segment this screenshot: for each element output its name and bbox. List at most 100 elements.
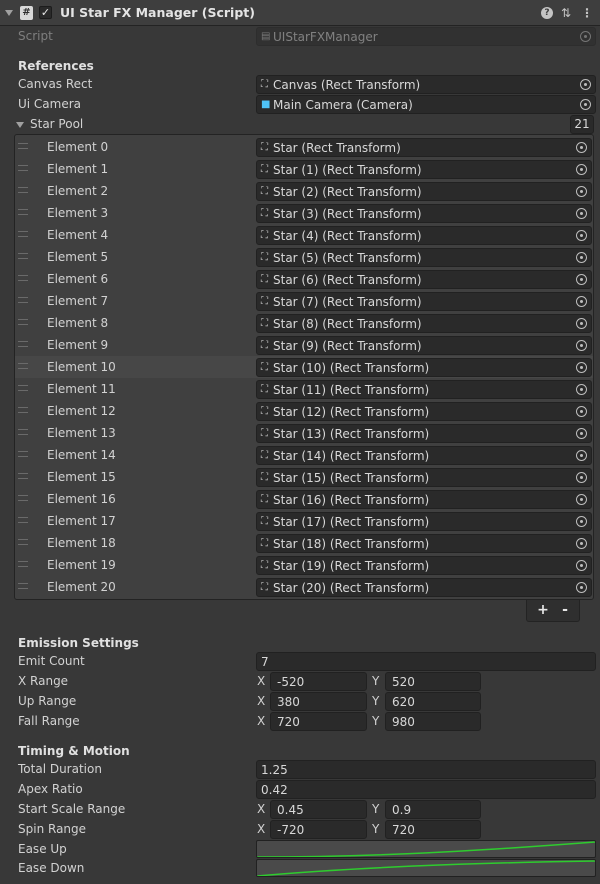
fall-range-x-value: 720 bbox=[277, 715, 300, 729]
up-range-y-field[interactable]: 620 bbox=[385, 692, 481, 711]
drag-handle-icon[interactable] bbox=[18, 363, 28, 369]
object-picker-icon[interactable] bbox=[576, 340, 587, 351]
drag-handle-icon[interactable] bbox=[18, 275, 28, 281]
element-field[interactable]: ⛶ Star (7) (Rect Transform) bbox=[256, 292, 592, 311]
total-duration-field[interactable]: 1.25 bbox=[256, 760, 596, 779]
element-field[interactable]: ⛶ Star (6) (Rect Transform) bbox=[256, 270, 592, 289]
object-picker-icon[interactable] bbox=[580, 79, 591, 90]
component-header[interactable]: # ✓ UI Star FX Manager (Script) ? ⇅ ⋮ bbox=[0, 0, 600, 26]
drag-handle-icon[interactable] bbox=[18, 385, 28, 391]
object-picker-icon[interactable] bbox=[576, 406, 587, 417]
element-field[interactable]: ⛶ Star (Rect Transform) bbox=[256, 138, 592, 157]
rect-transform-icon: ⛶ bbox=[261, 560, 268, 571]
element-field[interactable]: ⛶ Star (3) (Rect Transform) bbox=[256, 204, 592, 223]
element-value: Star (5) (Rect Transform) bbox=[273, 251, 422, 265]
ease-up-curve-field[interactable] bbox=[256, 840, 596, 858]
fall-range-x-field[interactable]: 720 bbox=[270, 712, 367, 731]
object-picker-icon[interactable] bbox=[576, 428, 587, 439]
spin-range-y-field[interactable]: 720 bbox=[385, 820, 481, 839]
element-field[interactable]: ⛶ Star (14) (Rect Transform) bbox=[256, 446, 592, 465]
drag-handle-icon[interactable] bbox=[18, 495, 28, 501]
ui-camera-field[interactable]: ■ Main Camera (Camera) bbox=[256, 95, 596, 114]
element-field[interactable]: ⛶ Star (10) (Rect Transform) bbox=[256, 358, 592, 377]
presets-icon[interactable]: ⇅ bbox=[559, 5, 573, 21]
up-range-x-field[interactable]: 380 bbox=[270, 692, 367, 711]
object-picker-icon[interactable] bbox=[576, 472, 587, 483]
add-element-button[interactable]: + bbox=[533, 602, 553, 618]
emit-count-field[interactable]: 7 bbox=[256, 652, 596, 671]
object-picker-icon[interactable] bbox=[576, 538, 587, 549]
object-picker-icon[interactable] bbox=[576, 208, 587, 219]
x-range-x-field[interactable]: -520 bbox=[270, 672, 367, 691]
spin-range-x-field[interactable]: -720 bbox=[270, 820, 367, 839]
object-picker-icon[interactable] bbox=[576, 516, 587, 527]
object-picker-icon[interactable] bbox=[576, 384, 587, 395]
drag-handle-icon[interactable] bbox=[18, 583, 28, 589]
element-field[interactable]: ⛶ Star (9) (Rect Transform) bbox=[256, 336, 592, 355]
drag-handle-icon[interactable] bbox=[18, 517, 28, 523]
object-picker-icon[interactable] bbox=[576, 274, 587, 285]
start-scale-x-field[interactable]: 0.45 bbox=[270, 800, 367, 819]
element-field[interactable]: ⛶ Star (12) (Rect Transform) bbox=[256, 402, 592, 421]
drag-handle-icon[interactable] bbox=[18, 165, 28, 171]
element-field[interactable]: ⛶ Star (20) (Rect Transform) bbox=[256, 578, 592, 597]
star-pool-label[interactable]: Star Pool bbox=[30, 117, 83, 131]
x-range-y-field[interactable]: 520 bbox=[385, 672, 481, 691]
element-field[interactable]: ⛶ Star (11) (Rect Transform) bbox=[256, 380, 592, 399]
drag-handle-icon[interactable] bbox=[18, 231, 28, 237]
drag-handle-icon[interactable] bbox=[18, 319, 28, 325]
rect-transform-icon: ⛶ bbox=[261, 296, 268, 307]
object-picker-icon[interactable] bbox=[576, 318, 587, 329]
start-scale-range-label: Start Scale Range bbox=[18, 802, 126, 816]
drag-handle-icon[interactable] bbox=[18, 561, 28, 567]
element-field[interactable]: ⛶ Star (16) (Rect Transform) bbox=[256, 490, 592, 509]
element-field[interactable]: ⛶ Star (19) (Rect Transform) bbox=[256, 556, 592, 575]
element-field[interactable]: ⛶ Star (18) (Rect Transform) bbox=[256, 534, 592, 553]
object-picker-icon[interactable] bbox=[580, 99, 591, 110]
element-field[interactable]: ⛶ Star (13) (Rect Transform) bbox=[256, 424, 592, 443]
star-pool-size-field[interactable]: 21 bbox=[570, 115, 594, 134]
fall-range-y-field[interactable]: 980 bbox=[385, 712, 481, 731]
element-field[interactable]: ⛶ Star (5) (Rect Transform) bbox=[256, 248, 592, 267]
drag-handle-icon[interactable] bbox=[18, 429, 28, 435]
drag-handle-icon[interactable] bbox=[18, 209, 28, 215]
context-menu-icon[interactable]: ⋮ bbox=[580, 5, 594, 21]
drag-handle-icon[interactable] bbox=[18, 143, 28, 149]
object-picker-icon[interactable] bbox=[576, 164, 587, 175]
element-label: Element 7 bbox=[47, 294, 109, 308]
star-pool-foldout-icon[interactable] bbox=[16, 122, 24, 128]
element-label: Element 3 bbox=[47, 206, 109, 220]
canvas-rect-field[interactable]: ⛶ Canvas (Rect Transform) bbox=[256, 75, 596, 94]
drag-handle-icon[interactable] bbox=[18, 451, 28, 457]
object-picker-icon[interactable] bbox=[576, 450, 587, 461]
ease-down-curve-field[interactable] bbox=[256, 859, 596, 877]
help-icon[interactable]: ? bbox=[541, 7, 553, 19]
object-picker-icon[interactable] bbox=[576, 494, 587, 505]
object-picker-icon[interactable] bbox=[576, 362, 587, 373]
object-picker-icon[interactable] bbox=[576, 186, 587, 197]
component-enabled-checkbox[interactable]: ✓ bbox=[39, 6, 52, 19]
object-picker-icon[interactable] bbox=[576, 560, 587, 571]
element-field[interactable]: ⛶ Star (17) (Rect Transform) bbox=[256, 512, 592, 531]
drag-handle-icon[interactable] bbox=[18, 407, 28, 413]
drag-handle-icon[interactable] bbox=[18, 187, 28, 193]
drag-handle-icon[interactable] bbox=[18, 297, 28, 303]
component-foldout-icon[interactable] bbox=[5, 10, 13, 16]
element-field[interactable]: ⛶ Star (2) (Rect Transform) bbox=[256, 182, 592, 201]
drag-handle-icon[interactable] bbox=[18, 473, 28, 479]
object-picker-icon[interactable] bbox=[576, 230, 587, 241]
object-picker-icon[interactable] bbox=[576, 582, 587, 593]
drag-handle-icon[interactable] bbox=[18, 253, 28, 259]
object-picker-icon[interactable] bbox=[576, 142, 587, 153]
remove-element-button[interactable]: - bbox=[555, 602, 575, 618]
element-field[interactable]: ⛶ Star (8) (Rect Transform) bbox=[256, 314, 592, 333]
element-field[interactable]: ⛶ Star (15) (Rect Transform) bbox=[256, 468, 592, 487]
object-picker-icon[interactable] bbox=[576, 252, 587, 263]
apex-ratio-field[interactable]: 0.42 bbox=[256, 780, 596, 799]
start-scale-y-field[interactable]: 0.9 bbox=[385, 800, 481, 819]
element-field[interactable]: ⛶ Star (4) (Rect Transform) bbox=[256, 226, 592, 245]
element-field[interactable]: ⛶ Star (1) (Rect Transform) bbox=[256, 160, 592, 179]
drag-handle-icon[interactable] bbox=[18, 539, 28, 545]
object-picker-icon[interactable] bbox=[576, 296, 587, 307]
drag-handle-icon[interactable] bbox=[18, 341, 28, 347]
